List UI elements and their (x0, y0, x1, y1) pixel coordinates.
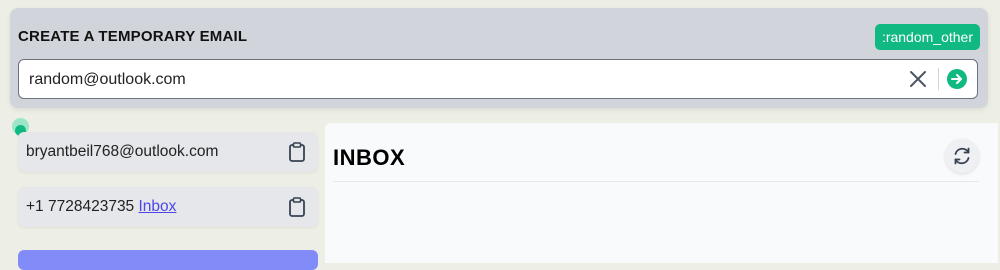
phone-inbox-link[interactable]: Inbox (139, 198, 177, 215)
create-email-panel: CREATE A TEMPORARY EMAIL :random_other (10, 8, 988, 108)
email-input[interactable] (27, 60, 891, 100)
clipboard-icon[interactable] (288, 197, 306, 217)
refresh-icon[interactable] (945, 139, 979, 173)
sidebar-action-button[interactable] (18, 250, 318, 270)
random-other-badge[interactable]: :random_other (874, 24, 980, 50)
close-icon[interactable] (907, 68, 929, 90)
email-card: bryantbeil768@outlook.com (18, 132, 318, 172)
inbox-panel: INBOX (325, 123, 998, 263)
arrow-right-icon[interactable] (947, 69, 967, 89)
email-input-container (18, 59, 978, 100)
phone-card: +1 7728423735 Inbox (18, 187, 318, 227)
inbox-title: INBOX (333, 145, 406, 170)
email-address: bryantbeil768@outlook.com (26, 143, 219, 160)
inbox-divider (333, 181, 979, 182)
phone-number: +1 7728423735 (26, 198, 135, 215)
input-divider (938, 68, 939, 90)
create-email-title: CREATE A TEMPORARY EMAIL (18, 28, 248, 45)
clipboard-icon[interactable] (288, 142, 306, 162)
phone-text: +1 7728423735 Inbox (26, 198, 176, 216)
